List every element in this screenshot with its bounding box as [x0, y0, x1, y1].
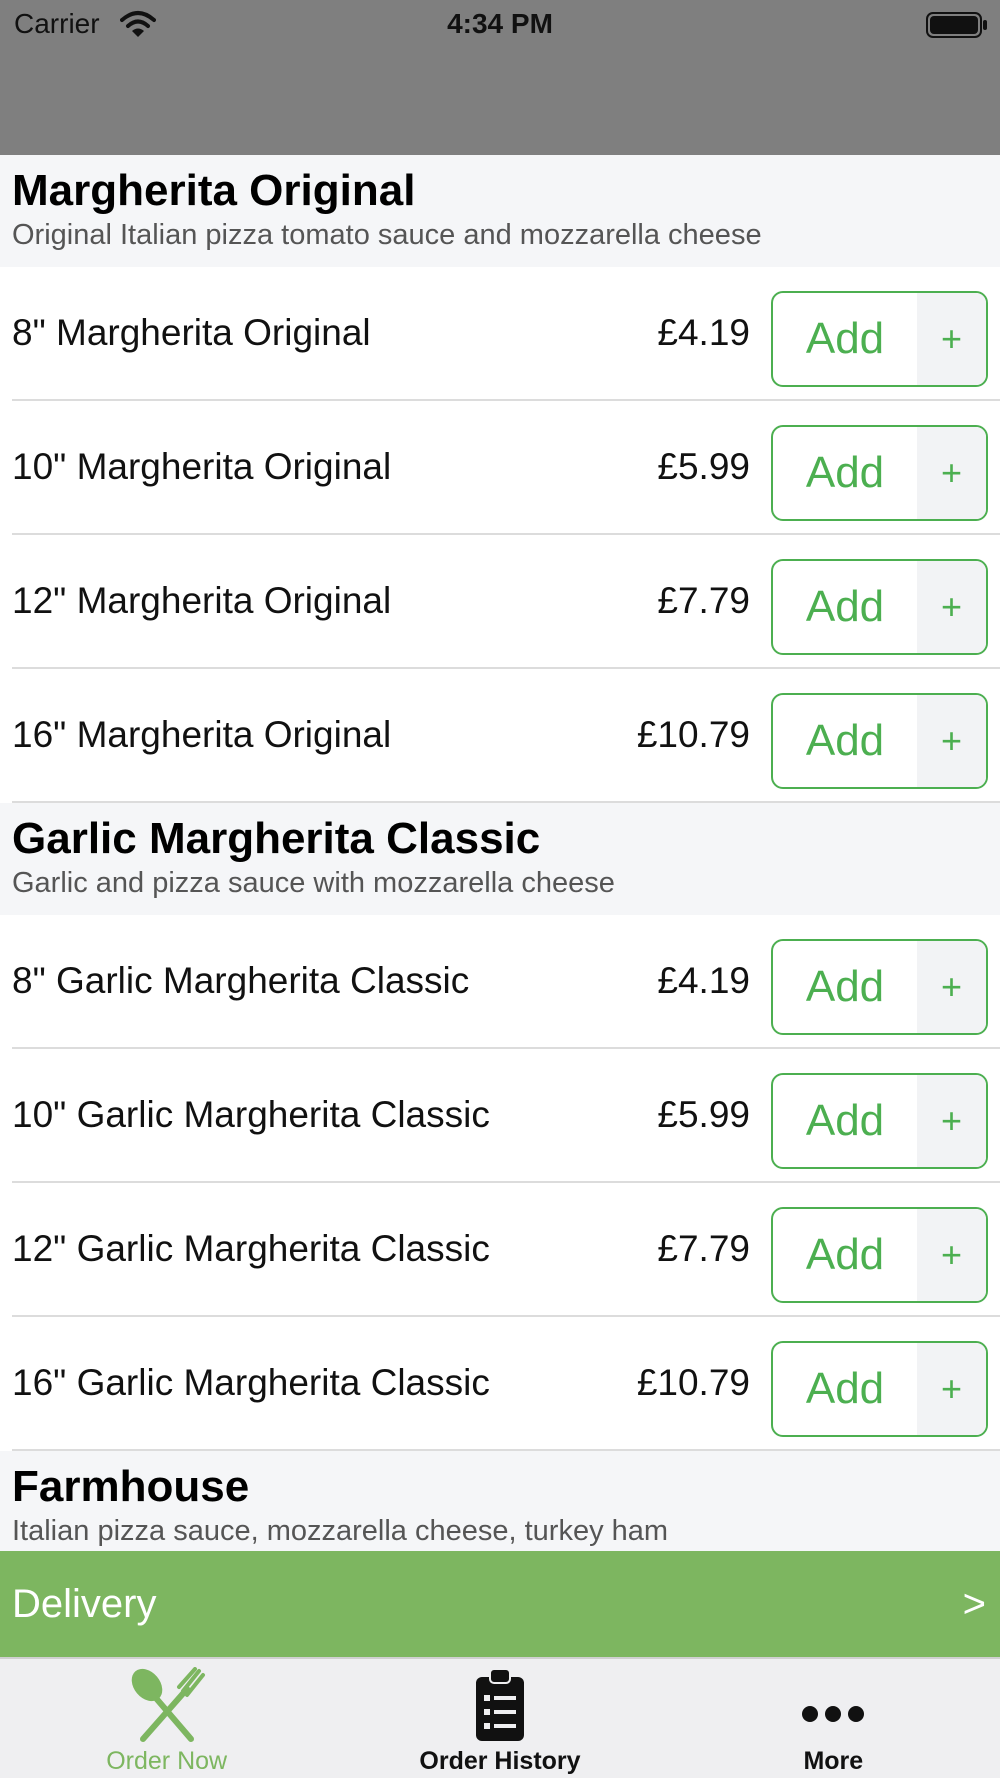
section-title: Garlic Margherita Classic — [12, 814, 541, 863]
item-price: £7.79 — [657, 580, 750, 621]
tab-order-now[interactable]: Order Now — [0, 1659, 333, 1778]
add-label: Add — [805, 716, 885, 765]
delivery-bar[interactable]: Delivery > — [0, 1551, 1000, 1657]
item-price: £4.19 — [657, 960, 750, 1001]
item-name: 12" Margherita Original — [12, 580, 392, 621]
add-label: Add — [805, 1096, 885, 1145]
item-name: 10" Garlic Margherita Classic — [12, 1094, 490, 1135]
item-price: £7.79 — [657, 1228, 750, 1269]
delivery-label: Delivery — [12, 1582, 157, 1626]
plus-icon: + — [917, 1075, 986, 1167]
add-button[interactable]: Add + — [771, 1073, 988, 1169]
row-divider — [12, 801, 1000, 803]
item-price: £4.19 — [657, 312, 750, 353]
menu-list[interactable]: Margherita Original Original Italian piz… — [0, 155, 1000, 1551]
plus-icon: + — [917, 427, 986, 519]
section-title: Margherita Original — [12, 166, 416, 215]
add-button[interactable]: Add + — [771, 693, 988, 789]
menu-item-row: 10" Garlic Margherita Classic £5.99 Add … — [0, 1049, 1000, 1183]
menu-item-row: 12" Garlic Margherita Classic £7.79 Add … — [0, 1183, 1000, 1317]
add-label: Add — [805, 448, 885, 497]
menu-item-row: 16" Garlic Margherita Classic £10.79 Add… — [0, 1317, 1000, 1451]
menu-item-row: 16" Margherita Original £10.79 Add + — [0, 669, 1000, 803]
item-price: £5.99 — [657, 1094, 750, 1135]
app-screen: Carrier 4:34 PM Margherita Original Orig… — [0, 0, 1000, 1778]
item-name: 16" Garlic Margherita Classic — [12, 1362, 490, 1403]
add-label: Add — [805, 1230, 885, 1279]
section-description: Original Italian pizza tomato sauce and … — [12, 219, 762, 251]
tab-more[interactable]: More — [667, 1659, 1000, 1778]
add-label: Add — [805, 582, 885, 631]
battery-icon — [926, 12, 987, 38]
menu-item-row: 12" Margherita Original £7.79 Add + — [0, 535, 1000, 669]
tab-order-history[interactable]: Order History — [333, 1659, 666, 1778]
add-button[interactable]: Add + — [771, 1207, 988, 1303]
more-dots-icon — [802, 1706, 865, 1722]
item-name: 10" Margherita Original — [12, 446, 392, 487]
section-title: Farmhouse — [12, 1462, 250, 1511]
add-button[interactable]: Add + — [771, 559, 988, 655]
status-bar: Carrier 4:34 PM — [0, 0, 1000, 50]
section-header: Garlic Margherita Classic Garlic and piz… — [0, 803, 1000, 915]
tab-label: Order History — [419, 1747, 581, 1775]
tab-label: More — [803, 1747, 864, 1775]
navigation-bar: Carrier 4:34 PM — [0, 0, 1000, 155]
item-price: £5.99 — [657, 446, 750, 487]
plus-icon: + — [917, 941, 986, 1033]
section-header: Margherita Original Original Italian piz… — [0, 155, 1000, 267]
section-description: Garlic and pizza sauce with mozzarella c… — [12, 867, 615, 899]
row-divider — [12, 1449, 1000, 1451]
section-header: Farmhouse Italian pizza sauce, mozzarell… — [0, 1451, 1000, 1551]
status-time: 4:34 PM — [447, 8, 553, 39]
add-button[interactable]: Add + — [771, 291, 988, 387]
chevron-right-icon: > — [962, 1582, 986, 1626]
menu-item-row: 8" Margherita Original £4.19 Add + — [0, 267, 1000, 401]
item-name: 12" Garlic Margherita Classic — [12, 1228, 490, 1269]
clipboard-list-icon — [475, 1668, 524, 1741]
menu-item-row: 8" Garlic Margherita Classic £4.19 Add + — [0, 915, 1000, 1049]
tab-bar: Order Now Order History More — [0, 1657, 1000, 1778]
section-description: Italian pizza sauce, mozzarella cheese, … — [12, 1515, 669, 1547]
add-button[interactable]: Add + — [771, 425, 988, 521]
tab-label: Order Now — [106, 1747, 228, 1775]
item-price: £10.79 — [636, 714, 750, 755]
plus-icon: + — [917, 561, 986, 653]
menu-item-row: 10" Margherita Original £5.99 Add + — [0, 401, 1000, 535]
fork-knife-icon — [131, 1667, 205, 1742]
item-name: 8" Garlic Margherita Classic — [12, 960, 470, 1001]
add-button[interactable]: Add + — [771, 1341, 988, 1437]
add-label: Add — [805, 314, 885, 363]
item-name: 16" Margherita Original — [12, 714, 392, 755]
plus-icon: + — [917, 1209, 986, 1301]
add-label: Add — [805, 1364, 885, 1413]
item-price: £10.79 — [636, 1362, 750, 1403]
plus-icon: + — [917, 293, 986, 385]
item-name: 8" Margherita Original — [12, 312, 371, 353]
add-button[interactable]: Add + — [771, 939, 988, 1035]
add-label: Add — [805, 962, 885, 1011]
plus-icon: + — [917, 1343, 986, 1435]
plus-icon: + — [917, 695, 986, 787]
